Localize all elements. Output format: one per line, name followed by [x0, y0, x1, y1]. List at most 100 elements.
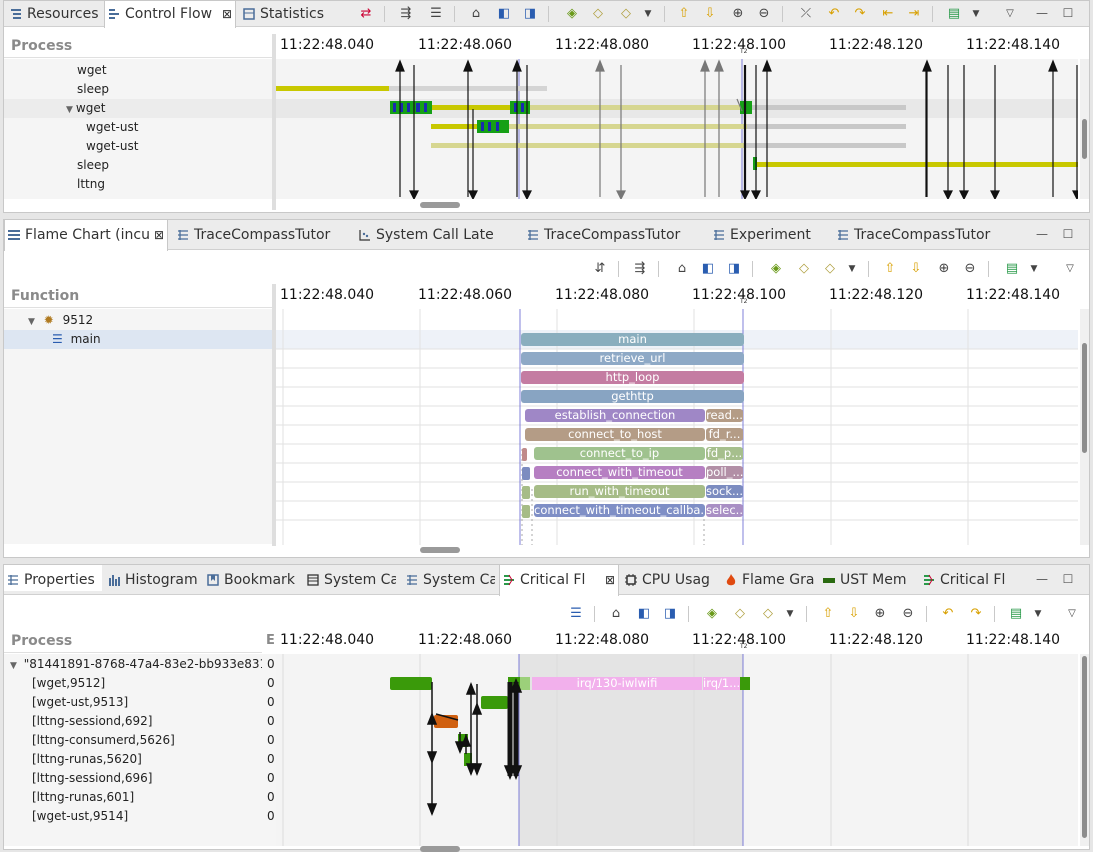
prev-event-icon[interactable]: ◧	[698, 259, 718, 279]
add-bookmark-icon[interactable]: ◈	[766, 259, 786, 279]
tab-control-flow[interactable]: Control Flow ⊠	[104, 1, 236, 28]
time-scale[interactable]: 11:22:48.040 11:22:48.060 11:22:48.080 1…	[276, 629, 1078, 653]
follow-left-icon[interactable]: ↶	[938, 604, 958, 624]
tab-experiment[interactable]: Experiment	[710, 220, 820, 246]
pin-view-icon[interactable]: ▤	[944, 4, 964, 24]
prev-bookmark-icon[interactable]: ◇	[794, 259, 814, 279]
zoom-in-icon[interactable]: ⊕	[870, 604, 890, 624]
view-menu-chevron-icon[interactable]: ▼	[1024, 259, 1044, 279]
expander-icon[interactable]: ▼	[66, 105, 73, 115]
view-menu-icon[interactable]: ▽	[1060, 259, 1080, 279]
flame-frame[interactable]: read...	[706, 409, 743, 422]
add-bookmark-icon[interactable]: ◈	[702, 604, 722, 624]
tab-ust-memory[interactable]: UST Mem	[820, 565, 912, 591]
tree-row[interactable]: wget-ust	[4, 137, 272, 156]
next-state-icon[interactable]: ⇥	[904, 4, 924, 24]
tab-flame-graph[interactable]: Flame Gra	[722, 565, 817, 591]
zoom-in-icon[interactable]: ⊕	[728, 4, 748, 24]
scroll-thumb[interactable]	[1082, 343, 1087, 453]
tab-tracecompass-tutor[interactable]: TraceCompassTutor	[524, 220, 689, 246]
prev-state-icon[interactable]: ⇤	[878, 4, 898, 24]
legend-icon[interactable]: ☰	[566, 604, 586, 624]
tree-row[interactable]: [lttng-sessiond,692]	[4, 712, 272, 731]
add-bookmark-icon[interactable]: ◈	[562, 4, 582, 24]
expander-icon[interactable]: ▼	[10, 661, 17, 671]
prev-bookmark-icon[interactable]: ◇	[730, 604, 750, 624]
horizontal-scroll-thumb[interactable]	[420, 547, 460, 553]
close-icon[interactable]: ⊠	[222, 1, 232, 27]
expander-icon[interactable]: ▼	[28, 317, 35, 327]
sync-icon[interactable]: ⇄	[356, 4, 376, 24]
view-menu-chevron-icon[interactable]: ▼	[966, 4, 986, 24]
tab-resources[interactable]: Resources	[7, 1, 102, 27]
tree-row[interactable]: [lttng-sessiond,696]	[4, 769, 272, 788]
tab-statistics[interactable]: Statistics	[240, 1, 335, 27]
flame-frame[interactable]: fd_r...	[706, 428, 743, 441]
tree-row-selected[interactable]: ☰ main	[4, 330, 272, 349]
view-menu-icon[interactable]: ▽	[1062, 604, 1082, 624]
tree-row[interactable]: [wget-ust,9513]	[4, 693, 272, 712]
tab-system-call[interactable]: System Ca	[403, 565, 495, 591]
tree-row[interactable]: [wget-ust,9514]	[4, 807, 272, 826]
tree-row[interactable]: wget	[4, 61, 272, 80]
flame-frame[interactable]: connect_to_host	[525, 428, 705, 441]
tab-bookmark[interactable]: Bookmark	[204, 565, 297, 591]
prev-bookmark-icon[interactable]: ◇	[588, 4, 608, 24]
tab-properties[interactable]: Properties	[4, 565, 102, 591]
arrow-down-icon[interactable]: ⇩	[906, 259, 926, 279]
tab-cpu-usage[interactable]: CPU Usag	[622, 565, 714, 591]
flame-frame[interactable]: sock...	[706, 485, 743, 498]
pin-view-icon[interactable]: ▤	[1002, 259, 1022, 279]
prev-event-icon[interactable]: ◧	[494, 4, 514, 24]
tab-system-call[interactable]: System Ca	[304, 565, 396, 591]
scroll-thumb[interactable]	[1082, 656, 1087, 838]
prev-event-icon[interactable]: ◧	[634, 604, 654, 624]
align-icon[interactable]: ⇶	[396, 4, 416, 24]
tab-histogram[interactable]: Histogram	[105, 565, 201, 591]
tab-tracecompass-tutor[interactable]: TraceCompassTutor	[834, 220, 999, 246]
minimize-icon[interactable]: —	[1034, 224, 1050, 244]
close-icon[interactable]: ⊠	[154, 220, 164, 250]
legend-icon[interactable]: ☰	[426, 4, 446, 24]
tree-row[interactable]: ▼ "81441891-8768-47a4-83e2-bb933e831311"	[4, 655, 272, 674]
home-icon[interactable]: ⌂	[466, 4, 486, 24]
view-menu-icon[interactable]: ▽	[1000, 4, 1020, 24]
arrow-up-icon[interactable]: ⇧	[880, 259, 900, 279]
vertical-scrollbar[interactable]	[1080, 309, 1089, 545]
tree-row[interactable]: [lttng-runas,601]	[4, 788, 272, 807]
follow-left-icon[interactable]: ↶	[824, 4, 844, 24]
follow-right-icon[interactable]: ↷	[850, 4, 870, 24]
critical-flow-timegraph[interactable]: irq/130-iwlwifi irq/1...	[276, 654, 1078, 846]
minimize-icon[interactable]: —	[1034, 569, 1050, 589]
chevron-down-icon[interactable]: ▼	[638, 4, 658, 24]
flame-frame[interactable]: establish_connection	[525, 409, 705, 422]
next-event-icon[interactable]: ◨	[724, 259, 744, 279]
sort-icon[interactable]: ⇵	[590, 259, 610, 279]
vertical-scrollbar[interactable]	[1080, 59, 1089, 199]
arrow-up-icon[interactable]: ⇧	[674, 4, 694, 24]
chevron-down-icon[interactable]: ▼	[842, 259, 862, 279]
flame-frame[interactable]: main	[521, 333, 744, 346]
flame-frame[interactable]: selec...	[706, 504, 743, 517]
next-bookmark-icon[interactable]: ◇	[758, 604, 778, 624]
view-menu-chevron-icon[interactable]: ▼	[1028, 604, 1048, 624]
tree-row[interactable]: lttng	[4, 175, 272, 194]
tab-system-call-latency[interactable]: System Call Late	[356, 220, 516, 246]
tree-row[interactable]: sleep	[4, 80, 272, 99]
hide-arrows-icon[interactable]: ⤫	[796, 4, 816, 24]
tree-row[interactable]: [lttng-runas,5620]	[4, 750, 272, 769]
next-event-icon[interactable]: ◨	[520, 4, 540, 24]
time-scale[interactable]: 11:22:48.040 11:22:48.060 11:22:48.080 1…	[276, 284, 1078, 308]
zoom-out-icon[interactable]: ⊖	[754, 4, 774, 24]
zoom-out-icon[interactable]: ⊖	[898, 604, 918, 624]
flame-frame[interactable]: poll_...	[706, 466, 743, 479]
tree-row[interactable]: sleep	[4, 156, 272, 175]
maximize-icon[interactable]: ☐	[1060, 3, 1076, 23]
vertical-scrollbar[interactable]	[1080, 654, 1089, 846]
flame-frame[interactable]: connect_with_timeout_callba...	[534, 504, 705, 517]
follow-right-icon[interactable]: ↷	[966, 604, 986, 624]
align-icon[interactable]: ⇶	[630, 259, 650, 279]
maximize-icon[interactable]: ☐	[1060, 569, 1076, 589]
zoom-in-icon[interactable]: ⊕	[934, 259, 954, 279]
flame-frame[interactable]: retrieve_url	[521, 352, 744, 365]
